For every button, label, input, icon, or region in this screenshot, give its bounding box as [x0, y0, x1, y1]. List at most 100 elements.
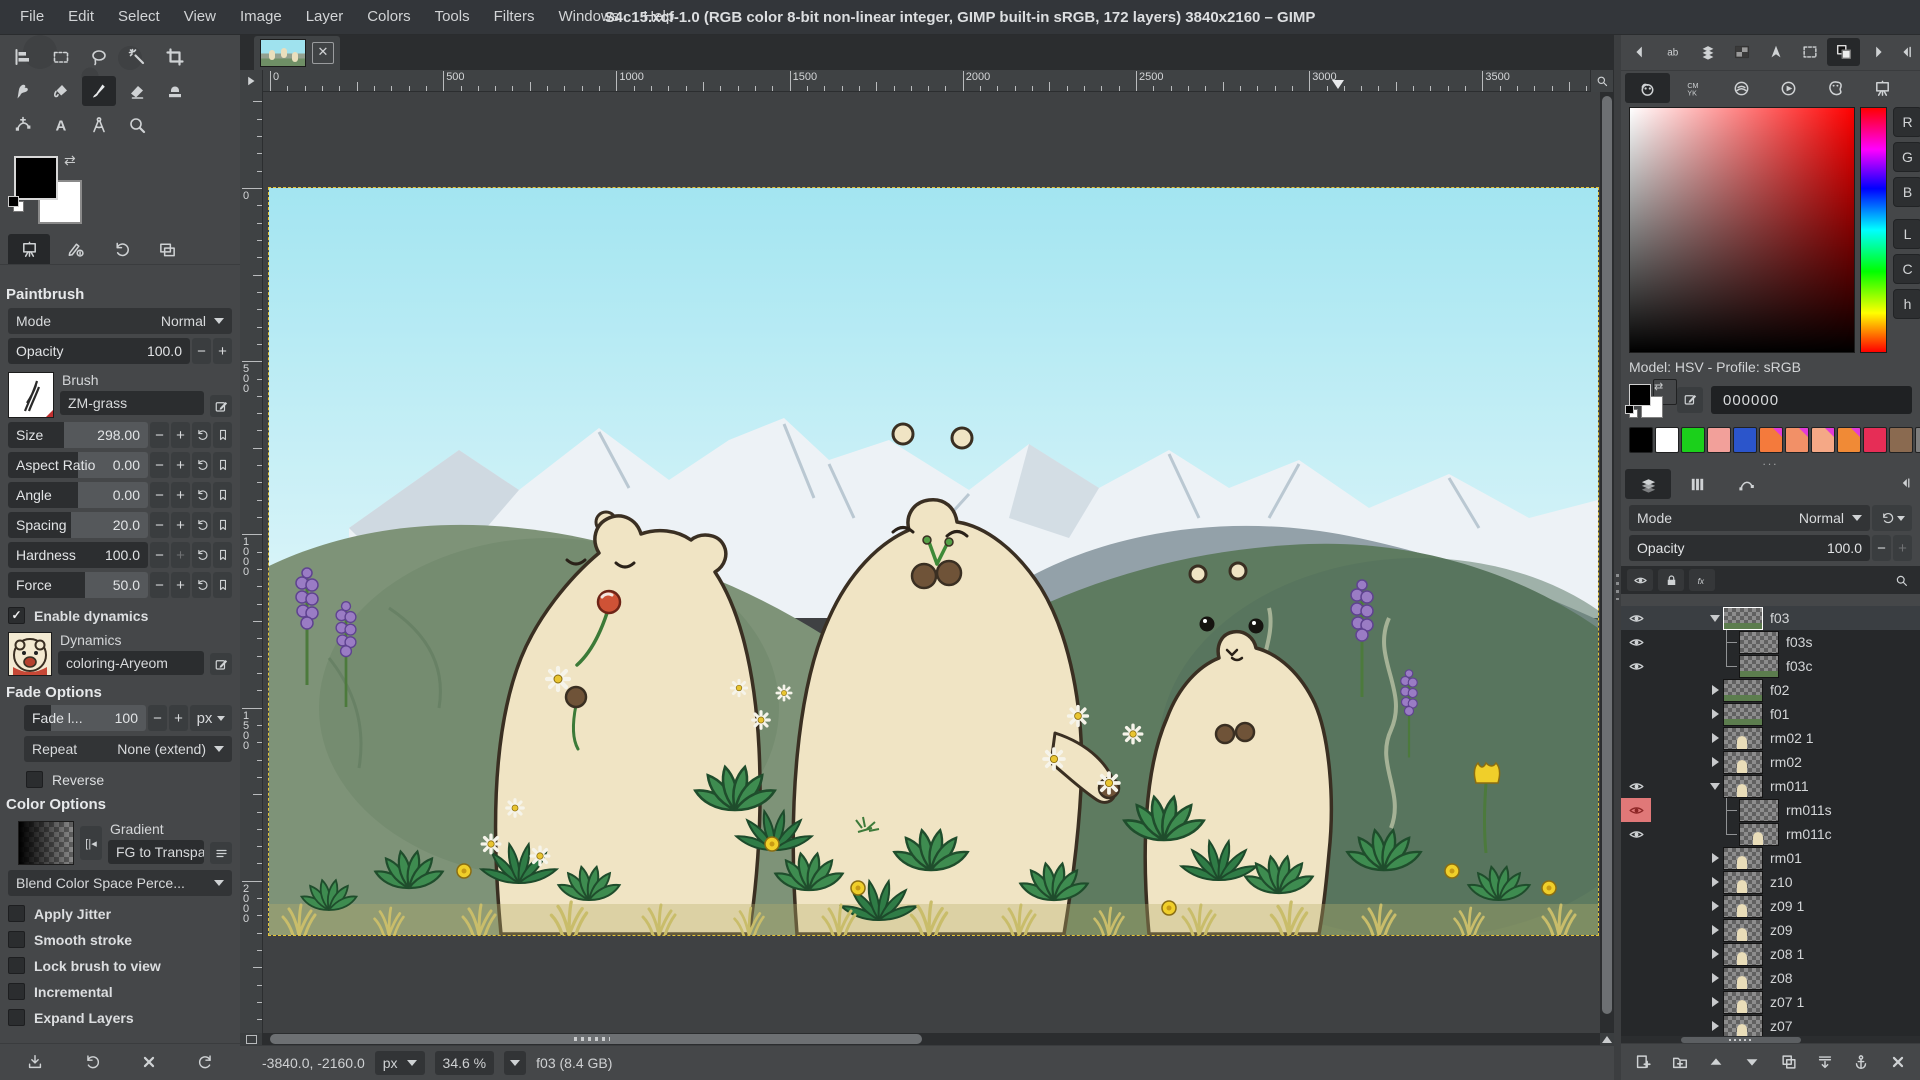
reset-icon[interactable]: [192, 512, 211, 538]
layer-name[interactable]: z08 1: [1770, 946, 1804, 962]
selector-watercolor[interactable]: [1719, 73, 1764, 103]
zoom-follow-window-button[interactable]: [1590, 70, 1614, 92]
decrease-button[interactable]: −: [150, 572, 169, 598]
vertical-ruler[interactable]: 05 0 01 0 0 01 5 0 02 0 0 0: [240, 92, 263, 1033]
tool-bucket-fill[interactable]: [44, 76, 78, 106]
bookmark-icon[interactable]: [213, 422, 232, 448]
layer-opacity-slider[interactable]: Opacity 100.0: [1629, 535, 1870, 561]
opacity-decrease-button[interactable]: −: [192, 338, 211, 364]
reset-icon[interactable]: [192, 422, 211, 448]
layer-row[interactable]: z08: [1621, 966, 1920, 990]
layer-name[interactable]: rm02 1: [1770, 730, 1814, 746]
tab-gradients[interactable]: [1725, 38, 1758, 66]
layer-thumbnail[interactable]: [1723, 967, 1763, 990]
menu-filters[interactable]: Filters: [482, 0, 547, 34]
layer-expander-icon[interactable]: [1707, 925, 1723, 935]
layer-row[interactable]: z10: [1621, 870, 1920, 894]
restore-tool-preset-button[interactable]: [76, 1048, 108, 1076]
layer-expander-icon[interactable]: [1707, 901, 1723, 911]
layer-visibility-eye-icon[interactable]: [1621, 990, 1651, 1014]
lock-icon[interactable]: [1658, 569, 1684, 591]
menu-colors[interactable]: Colors: [355, 0, 422, 34]
layer-mode-dropdown[interactable]: Mode Normal: [1629, 505, 1870, 531]
tab-brushes[interactable]: [1691, 38, 1724, 66]
menu-file[interactable]: File: [8, 0, 56, 34]
selector-palette[interactable]: [1813, 73, 1858, 103]
color-swatch[interactable]: [1707, 427, 1731, 453]
layer-thumbnail[interactable]: [1739, 823, 1779, 846]
foreground-color-swatch[interactable]: [1629, 384, 1651, 406]
increase-button[interactable]: +: [171, 542, 190, 568]
unit-dropdown[interactable]: px: [375, 1051, 425, 1075]
tab-device-status[interactable]: [54, 234, 96, 264]
layer-visibility-eye-icon[interactable]: [1621, 846, 1651, 870]
layer-row[interactable]: rm011: [1621, 774, 1920, 798]
color-swatch[interactable]: [1889, 427, 1913, 453]
layer-name[interactable]: z07: [1770, 1018, 1793, 1034]
horizontal-scrollbar[interactable]: [262, 1033, 1600, 1045]
layer-expander-icon[interactable]: [1707, 733, 1723, 743]
tool-paintbrush[interactable]: [82, 76, 116, 106]
layer-name[interactable]: z09: [1770, 922, 1793, 938]
size-slider[interactable]: Size298.00: [8, 422, 148, 448]
layer-visibility-eye-icon[interactable]: [1621, 702, 1651, 726]
force-slider[interactable]: Force50.0: [8, 572, 148, 598]
fade-unit-dropdown[interactable]: px: [190, 705, 232, 731]
save-tool-preset-button[interactable]: [19, 1048, 51, 1076]
merge-down-button[interactable]: [1809, 1048, 1841, 1076]
tab-colors[interactable]: [1827, 38, 1860, 66]
duplicate-layer-button[interactable]: [1773, 1048, 1805, 1076]
layer-name[interactable]: rm011c: [1786, 826, 1832, 842]
channel-button-C[interactable]: C: [1893, 254, 1920, 284]
layer-row[interactable]: rm02 1: [1621, 726, 1920, 750]
menu-select[interactable]: Select: [106, 0, 172, 34]
decrease-button[interactable]: −: [150, 452, 169, 478]
layer-visibility-eye-icon[interactable]: [1621, 942, 1651, 966]
tool-rectangle-select[interactable]: [44, 42, 78, 72]
saturation-value-square[interactable]: [1629, 107, 1855, 353]
layer-visibility-eye-icon[interactable]: [1621, 630, 1651, 654]
tool-zoom[interactable]: [120, 110, 154, 140]
dock-separator[interactable]: [1614, 34, 1621, 1080]
enable-dynamics-checkbox[interactable]: ✓ Enable dynamics: [8, 607, 232, 624]
brush-thumbnail[interactable]: [8, 372, 54, 418]
layer-row[interactable]: f03: [1621, 606, 1920, 630]
layer-expander-icon[interactable]: [1707, 783, 1723, 790]
angle-slider[interactable]: Angle0.00: [8, 482, 148, 508]
layer-row[interactable]: rm011c: [1621, 822, 1920, 846]
gradient-value[interactable]: FG to Transpar: [108, 840, 204, 864]
tool-transform[interactable]: [6, 76, 40, 106]
color-swatch[interactable]: [1863, 427, 1887, 453]
reset-icon[interactable]: [192, 572, 211, 598]
delete-tool-preset-button[interactable]: [133, 1048, 165, 1076]
layer-row[interactable]: rm011s: [1621, 798, 1920, 822]
layer-visibility-eye-icon[interactable]: [1621, 774, 1651, 798]
dynamics-value[interactable]: coloring-Aryeom: [58, 651, 204, 675]
layer-name[interactable]: rm02: [1770, 754, 1802, 770]
layer-opacity-increase-button[interactable]: +: [1893, 535, 1912, 561]
dynamics-thumbnail[interactable]: [8, 632, 52, 676]
layer-row[interactable]: z09 1: [1621, 894, 1920, 918]
decrease-button[interactable]: −: [150, 512, 169, 538]
increase-button[interactable]: +: [171, 422, 190, 448]
vertical-scrollbar[interactable]: [1600, 92, 1614, 1033]
layer-visibility-eye-icon[interactable]: [1621, 966, 1651, 990]
layer-row[interactable]: f03s: [1621, 630, 1920, 654]
layer-thumbnail[interactable]: [1723, 751, 1763, 774]
selector-scales[interactable]: [1860, 73, 1905, 103]
menu-view[interactable]: View: [172, 0, 228, 34]
mode-history-button[interactable]: [1872, 505, 1912, 531]
tool-eraser[interactable]: [120, 76, 154, 106]
bookmark-icon[interactable]: [213, 452, 232, 478]
layer-expander-icon[interactable]: [1707, 973, 1723, 983]
visibility-toggle-icon[interactable]: [1627, 569, 1653, 591]
tab-pointer[interactable]: [1759, 38, 1792, 66]
incremental-checkbox[interactable]: Incremental: [8, 983, 232, 1000]
increase-button[interactable]: +: [171, 452, 190, 478]
increase-button[interactable]: +: [171, 512, 190, 538]
fg-bg-mini-widget[interactable]: ⇄: [1629, 381, 1669, 419]
layer-name[interactable]: z10: [1770, 874, 1793, 890]
swap-colors-icon[interactable]: ⇄: [64, 152, 76, 169]
color-swatch[interactable]: [1915, 427, 1920, 453]
layer-expander-icon[interactable]: [1707, 1021, 1723, 1031]
